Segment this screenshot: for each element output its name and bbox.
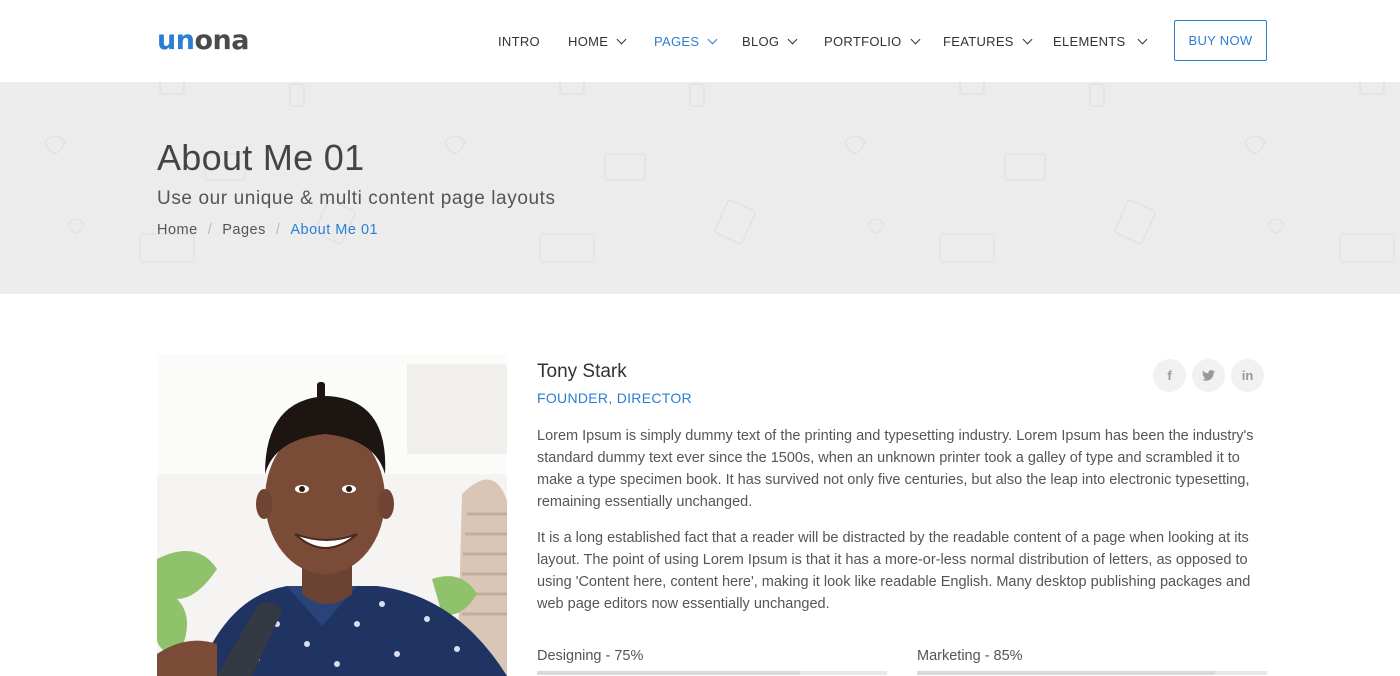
logo-part-1: un xyxy=(157,25,195,56)
portrait-illustration xyxy=(157,354,507,676)
nav-item-label: INTRO xyxy=(498,34,540,49)
profile-name: Tony Stark xyxy=(537,361,627,382)
skill-progress-fill xyxy=(917,671,1215,675)
breadcrumb-home[interactable]: Home xyxy=(157,222,198,238)
twitter-icon[interactable] xyxy=(1192,359,1225,392)
logo-part-2: ona xyxy=(194,25,249,56)
profile-photo xyxy=(157,354,507,676)
profile-bio-paragraph: It is a long established fact that a rea… xyxy=(537,530,1251,612)
nav-item-home[interactable]: HOME xyxy=(568,34,627,49)
twitter-bird-icon xyxy=(1202,370,1215,381)
page-title-band: About Me 01 Use our unique & multi conte… xyxy=(0,82,1400,294)
skill-label: Marketing - 85% xyxy=(917,648,1023,664)
nav-item-label: ELEMENTS xyxy=(1053,34,1126,49)
skill-progress-fill xyxy=(537,671,800,675)
breadcrumb-current: About Me 01 xyxy=(290,222,379,238)
chevron-down-icon xyxy=(1022,34,1033,45)
breadcrumb-pages[interactable]: Pages xyxy=(222,222,266,238)
nav-item-pages[interactable]: PAGES xyxy=(654,34,718,49)
buy-now-button[interactable]: BUY NOW xyxy=(1174,20,1267,61)
nav-item-label: FEATURES xyxy=(943,34,1014,49)
chevron-down-icon xyxy=(910,34,921,45)
nav-item-features[interactable]: FEATURES xyxy=(943,34,1033,49)
skill-designing: Designing - 75% xyxy=(537,647,887,675)
nav-item-elements[interactable]: ELEMENTS xyxy=(1053,34,1148,49)
breadcrumb-separator: / xyxy=(207,222,213,238)
page-subtitle: Use our unique & multi content page layo… xyxy=(157,188,556,209)
nav-item-label: BLOG xyxy=(742,34,780,49)
chevron-down-icon xyxy=(616,34,627,45)
nav-item-blog[interactable]: BLOG xyxy=(742,34,798,49)
facebook-icon[interactable]: f xyxy=(1153,359,1186,392)
site-logo[interactable]: unona xyxy=(157,26,249,56)
breadcrumb-separator: / xyxy=(275,222,281,238)
nav-item-intro[interactable]: INTRO xyxy=(498,34,540,49)
nav-item-label: PAGES xyxy=(654,34,700,49)
chevron-down-icon xyxy=(787,34,798,45)
chevron-down-icon xyxy=(707,34,718,45)
nav-item-label: HOME xyxy=(568,34,609,49)
skill-progress-track xyxy=(917,671,1267,675)
profile-role: FOUNDER, DIRECTOR xyxy=(537,390,692,406)
chevron-down-icon xyxy=(1138,34,1148,45)
skill-label: Designing - 75% xyxy=(537,648,644,664)
page-title: About Me 01 xyxy=(157,137,365,178)
nav-item-portfolio[interactable]: PORTFOLIO xyxy=(824,34,921,49)
linkedin-icon[interactable]: in xyxy=(1231,359,1264,392)
profile-bio-paragraph: Lorem Ipsum is simply dummy text of the … xyxy=(537,428,1254,510)
skill-marketing: Marketing - 85% xyxy=(917,647,1267,675)
breadcrumb: Home / Pages / About Me 01 xyxy=(157,222,378,238)
nav-item-label: PORTFOLIO xyxy=(824,34,902,49)
site-header: unona INTRO HOME PAGES BLOG PORTFOLIO FE… xyxy=(0,0,1400,82)
skill-progress-track xyxy=(537,671,887,675)
